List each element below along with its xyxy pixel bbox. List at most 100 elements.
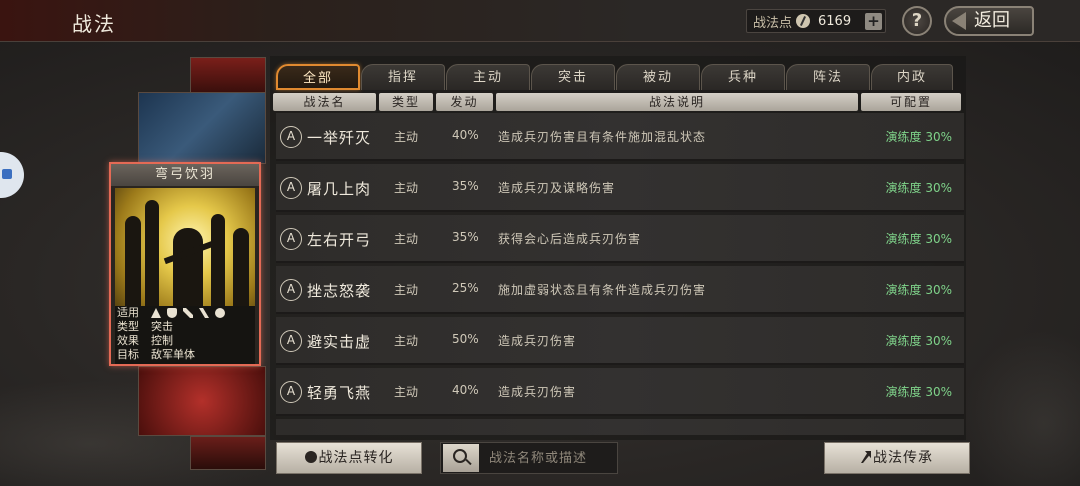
col-header-configurable[interactable]: 可配置 [861, 93, 961, 111]
card-skill-name: 弯弓饮羽 [111, 164, 259, 186]
skill-name: 轻勇飞燕 [307, 384, 372, 402]
convert-label: 战法点转化 [318, 450, 394, 466]
tab-command[interactable]: 指挥 [361, 64, 445, 90]
skill-name: 挫志怒袭 [307, 282, 372, 300]
help-button[interactable]: ? [902, 6, 932, 36]
tab-troop[interactable]: 兵种 [701, 64, 785, 90]
skill-description: 施加虚弱状态且有条件造成兵刃伤害 [498, 283, 707, 297]
skill-description: 造成兵刃伤害 [498, 334, 577, 348]
page-title: 战法 [72, 12, 116, 36]
info-key: 类型 [117, 320, 139, 333]
tab-passive[interactable]: 被动 [616, 64, 700, 90]
skill-card-thumbnail[interactable] [138, 366, 266, 436]
skill-proficiency: 演练度 30% [885, 130, 953, 144]
skill-description: 造成兵刃伤害 [498, 385, 577, 399]
back-arrow-icon [952, 12, 966, 30]
col-header-type[interactable]: 类型 [379, 93, 433, 111]
tab-internal-affairs[interactable]: 内政 [871, 64, 953, 90]
skill-card-thumbnail[interactable] [190, 57, 266, 93]
search-icon[interactable] [443, 444, 479, 472]
skill-proficiency: 演练度 30% [885, 181, 953, 195]
skill-type: 主动 [394, 283, 419, 297]
skill-type: 主动 [394, 385, 419, 399]
grade-badge: A [280, 228, 302, 250]
skill-rate: 40% [452, 128, 479, 142]
skill-rate: 35% [452, 179, 479, 193]
smoke-decoration [960, 330, 1080, 486]
grade-badge: A [280, 126, 302, 148]
info-key: 效果 [117, 334, 139, 347]
skill-description: 造成兵刃伤害且有条件施加混乱状态 [498, 130, 707, 144]
skill-rate: 40% [452, 383, 479, 397]
siege-icon [215, 308, 225, 318]
back-button[interactable]: 返回 [944, 6, 1034, 36]
search-input[interactable] [489, 450, 617, 466]
troop-type-icons [151, 306, 225, 320]
column-headers: 战法名 类型 发动 战法说明 可配置 [273, 93, 964, 111]
info-value: 控制 [151, 334, 173, 347]
skill-row[interactable]: A 左右开弓 主动 35% 获得会心后造成兵刃伤害 演练度 30% [276, 215, 964, 263]
convert-skill-points-button[interactable]: 战法点转化 [276, 442, 422, 474]
skill-row[interactable]: A 屠几上肉 主动 35% 造成兵刃及谋略伤害 演练度 30% [276, 164, 964, 212]
card-info-panel: 适用 类型 突击 效果 控制 目标 敌军单体 [115, 306, 255, 364]
skill-name: 屠几上肉 [307, 180, 372, 198]
spear-icon [199, 308, 209, 318]
skill-points-icon [304, 451, 317, 463]
info-key: 目标 [117, 348, 139, 361]
search-box [440, 442, 618, 474]
skill-name: 左右开弓 [307, 231, 372, 249]
inherit-label: 战法传承 [873, 450, 933, 466]
skill-inherit-button[interactable]: 战法传承 [824, 442, 970, 474]
col-header-description: 战法说明 [496, 93, 858, 111]
skill-row[interactable]: A 一举歼灭 主动 40% 造成兵刃伤害且有条件施加混乱状态 演练度 30% [276, 113, 964, 161]
skill-description: 获得会心后造成兵刃伤害 [498, 232, 642, 246]
info-value: 敌军单体 [151, 348, 195, 361]
skill-type: 主动 [394, 130, 419, 144]
skill-card-thumbnail[interactable] [138, 92, 266, 164]
selected-skill-card[interactable]: 弯弓饮羽 适用 类型 突击 效果 控制 目标 敌军单体 [109, 162, 261, 366]
back-label: 返回 [974, 10, 1010, 31]
skill-rate: 35% [452, 230, 479, 244]
add-points-button[interactable]: + [865, 13, 882, 30]
tab-all[interactable]: 全部 [276, 64, 360, 90]
skill-points-display: 战法点 6169 + [746, 9, 886, 33]
skill-description: 造成兵刃及谋略伤害 [498, 181, 616, 195]
card-info-row: 适用 [115, 306, 255, 320]
skill-row[interactable]: A 避实击虚 主动 50% 造成兵刃伤害 演练度 30% [276, 317, 964, 365]
tab-formation[interactable]: 阵法 [786, 64, 870, 90]
card-info-row: 效果 控制 [115, 334, 255, 348]
skill-proficiency: 演练度 30% [885, 283, 953, 297]
skill-type: 主动 [394, 334, 419, 348]
tab-active[interactable]: 主动 [446, 64, 530, 90]
skill-row[interactable]: A 挫志怒袭 主动 25% 施加虚弱状态且有条件造成兵刃伤害 演练度 30% [276, 266, 964, 314]
skill-name: 避实击虚 [307, 333, 372, 351]
card-artwork [115, 188, 255, 306]
skill-card-thumbnail[interactable] [190, 436, 266, 470]
grade-badge: A [280, 177, 302, 199]
tab-assault[interactable]: 突击 [531, 64, 615, 90]
skill-points-label: 战法点 [753, 15, 793, 31]
skill-rate: 25% [452, 281, 479, 295]
col-header-rate[interactable]: 发动 [436, 93, 493, 111]
grade-badge: A [280, 330, 302, 352]
skill-points-value: 6169 [818, 13, 852, 29]
skill-type: 主动 [394, 232, 419, 246]
grade-badge: A [280, 381, 302, 403]
bow-icon [183, 308, 193, 318]
skill-name: 一举歼灭 [307, 129, 372, 147]
skill-proficiency: 演练度 30% [885, 232, 953, 246]
col-header-name[interactable]: 战法名 [273, 93, 376, 111]
info-key: 适用 [117, 306, 139, 319]
skill-proficiency: 演练度 30% [885, 334, 953, 348]
info-value: 突击 [151, 320, 173, 333]
category-tabs: 全部 指挥 主动 突击 被动 兵种 阵法 内政 [276, 64, 954, 90]
card-info-row: 目标 敌军单体 [115, 348, 255, 362]
skill-points-icon [796, 14, 811, 28]
skill-rate: 50% [452, 332, 479, 346]
skill-type: 主动 [394, 181, 419, 195]
skill-proficiency: 演练度 30% [885, 385, 953, 399]
skill-list: A 一举歼灭 主动 40% 造成兵刃伤害且有条件施加混乱状态 演练度 30% A… [276, 113, 964, 435]
skill-row[interactable] [276, 419, 964, 435]
skill-row[interactable]: A 轻勇飞燕 主动 40% 造成兵刃伤害 演练度 30% [276, 368, 964, 416]
hammer-icon [861, 451, 871, 463]
